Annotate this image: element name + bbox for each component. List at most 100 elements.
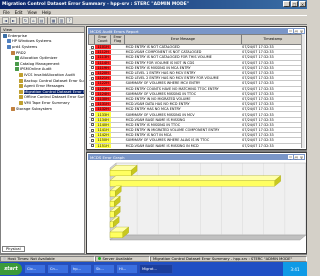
close-button[interactable]: × (299, 1, 306, 7)
navigation-tree-pane: View Enterprise HP Windows Systems prd4 Sy… (0, 26, 85, 254)
menu-help[interactable]: Help (42, 10, 51, 15)
row-checkbox[interactable] (90, 133, 94, 137)
error-graph-area (88, 160, 307, 252)
error-count-cell: 1101H (94, 44, 111, 51)
tree-item-label: Backup Control Dataset Error Summary (24, 78, 84, 83)
minimize-button[interactable]: _ (288, 154, 293, 159)
row-checkbox[interactable] (90, 50, 94, 54)
error-count-cell: 1150H (94, 137, 111, 144)
taskbar-item[interactable]: Cn... (47, 264, 69, 274)
row-checkbox[interactable] (90, 45, 94, 49)
tab-physical[interactable]: Physical (2, 246, 25, 252)
help-icon[interactable]: ? (66, 16, 73, 24)
table-row[interactable]: 1151H MCD-VSAM BASE NAME IS MISSING IN MC… (88, 143, 305, 148)
taskbar-item[interactable]: Hi... (116, 264, 138, 274)
maximize-button[interactable]: □ (293, 154, 299, 159)
tree-item-label: Catalog Management (20, 61, 60, 66)
taskbar-item[interactable]: Clo... (24, 264, 46, 274)
column-header-error-message[interactable]: Error Message (124, 34, 242, 45)
row-checkbox[interactable] (90, 113, 94, 117)
row-checkbox[interactable] (90, 128, 94, 132)
row-checkbox[interactable] (90, 102, 94, 106)
mdi-workspace: MCDS Audit Errors Report _ □ × Error Cou… (86, 26, 307, 254)
error-count-cell: 1132H (94, 106, 111, 113)
taskbar-item[interactable]: hp... (70, 264, 92, 274)
minimize-button[interactable]: _ (283, 1, 290, 7)
chart-bar (109, 190, 116, 197)
tree-node-icon (15, 61, 19, 66)
tree-node-icon (19, 72, 23, 77)
row-checkbox[interactable] (90, 123, 94, 127)
row-checkbox[interactable] (90, 55, 94, 59)
menu-view[interactable]: View (27, 10, 37, 15)
menu-file[interactable]: File (3, 10, 10, 15)
error-count-cell: 1142H (94, 132, 111, 139)
taskbar-item[interactable]: Sk... (93, 264, 115, 274)
forward-icon[interactable]: ► (10, 16, 17, 24)
row-checkbox[interactable] (90, 66, 94, 70)
row-checkbox[interactable] (90, 71, 94, 75)
tree-item-label: Migration Control Dataset Error Summary (24, 89, 84, 94)
back-icon[interactable]: ◄ (2, 16, 9, 24)
error-count-cell: 1124H (94, 91, 111, 97)
tree-item-label: VMI Tape Error Summary (24, 100, 70, 105)
row-checkbox[interactable] (90, 97, 94, 101)
tree-node-icon (7, 39, 11, 44)
tree-item-label: PRD2 (16, 50, 26, 55)
row-checkbox[interactable] (90, 92, 94, 96)
column-header-timestamp[interactable]: Timestamp (240, 34, 305, 45)
status-host-times-text: Host Times: Not Available (7, 256, 55, 261)
errors-table: Error Count Error Flag Error Message Tim… (88, 34, 305, 148)
toolbar: ◄ ► ↻ ⌂ ▤ ▦ ▥ ? (0, 15, 307, 25)
error-count-cell: 1141H (94, 127, 111, 134)
maximize-button[interactable]: □ (293, 28, 299, 33)
home-icon[interactable]: ⌂ (30, 16, 37, 24)
tree-node-icon (11, 106, 15, 111)
tree-node-icon (15, 67, 19, 72)
row-checkbox[interactable] (90, 76, 94, 80)
column-header-error-flag[interactable]: Error Flag (110, 34, 126, 45)
tree-node-icon (3, 33, 7, 38)
row-checkbox[interactable] (90, 87, 94, 91)
chart-icon[interactable]: ▥ (58, 16, 65, 24)
tree-item[interactable]: Storage Subsystem (1, 106, 84, 112)
chart-floor (109, 234, 307, 241)
minimize-button[interactable]: _ (288, 28, 293, 33)
row-checkbox[interactable] (90, 81, 94, 85)
tree-item-label: IPSMOnline Audit (20, 67, 52, 72)
row-checkbox[interactable] (90, 118, 94, 122)
chart-back-wall (115, 162, 307, 236)
column-header-error-count[interactable]: Error Count (94, 34, 112, 45)
view-icon[interactable]: ▦ (50, 16, 57, 24)
menu-edit[interactable]: Edit (15, 10, 23, 15)
row-checkbox[interactable] (90, 144, 94, 148)
start-button[interactable]: start (0, 263, 22, 275)
server-status-dot-icon (98, 257, 101, 260)
taskbar-item-active[interactable]: Migrat... (139, 264, 173, 274)
tree-node-icon (19, 84, 23, 89)
refresh-icon[interactable]: ↻ (22, 16, 29, 24)
error-graph-window: MCDS Error Graph _ □ × (86, 152, 307, 254)
close-button[interactable]: × (299, 154, 304, 159)
close-button[interactable]: × (299, 28, 304, 33)
row-checkbox[interactable] (90, 138, 94, 142)
status-server-text: Server Available (102, 256, 133, 261)
status-context-text: Migration Control Dataset Error Summary … (153, 256, 293, 261)
error-count-cell: 1113H (94, 54, 111, 61)
row-checkbox[interactable] (90, 107, 94, 111)
tree-item-label: Allocation Optimizer (20, 56, 58, 61)
tree-item-label: Enterprise (8, 33, 27, 38)
chart-bar (109, 180, 275, 187)
print-icon[interactable]: ▤ (38, 16, 45, 24)
chart-bar-top (109, 175, 282, 181)
status-context: Migration Control Dataset Error Summary … (150, 255, 307, 262)
timestamp-cell: 07/24/07 17:32:33 (241, 143, 305, 148)
app-titlebar: Migration Control Dataset Error Summary … (0, 0, 307, 9)
maximize-button[interactable]: □ (291, 1, 298, 7)
grid-vertical-scrollbar[interactable] (301, 34, 305, 148)
errors-report-title: MCDS Audit Errors Report (90, 28, 139, 34)
table-header-row: Error Count Error Flag Error Message Tim… (88, 34, 305, 45)
system-tray-clock: 3:41 (283, 262, 307, 276)
tree-item-label: HP Windows Systems (12, 39, 52, 44)
row-checkbox[interactable] (90, 61, 94, 65)
